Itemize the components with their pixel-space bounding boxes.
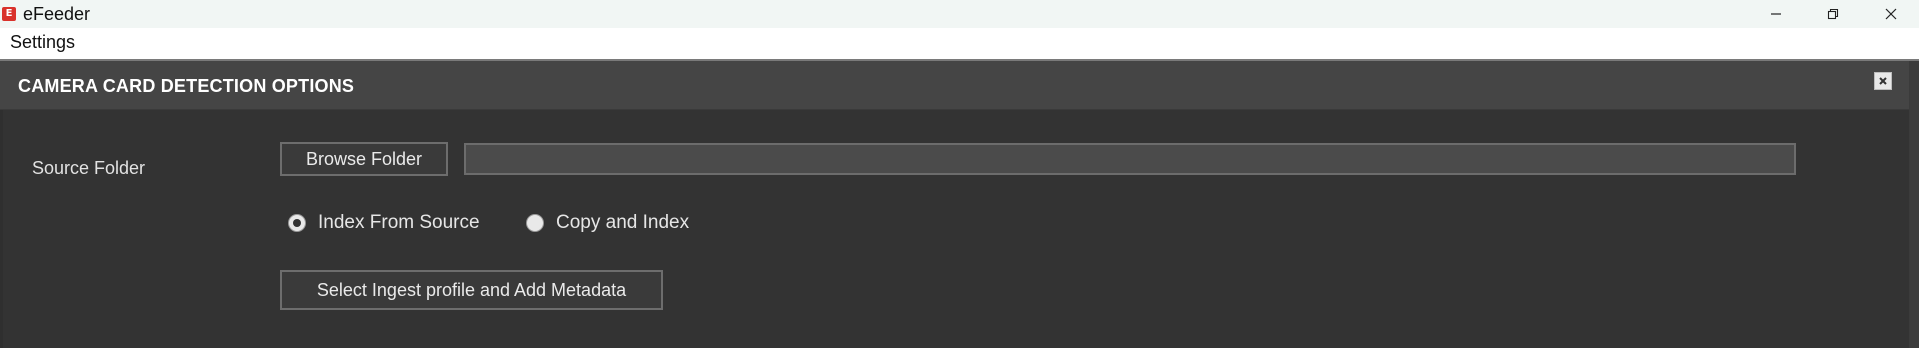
radio-label-index-from-source: Index From Source [318, 212, 480, 233]
minimize-button[interactable] [1747, 0, 1804, 28]
source-folder-path-field[interactable] [464, 143, 1796, 175]
menu-settings[interactable]: Settings [10, 32, 75, 53]
close-window-button[interactable] [1862, 0, 1919, 28]
panel-close-button[interactable] [1874, 72, 1892, 90]
radio-copy-and-index[interactable]: Copy and Index [526, 212, 689, 234]
panel-close-icon [1879, 77, 1887, 85]
radio-button-unselected[interactable] [526, 214, 544, 232]
radio-label-copy-and-index: Copy and Index [556, 212, 690, 233]
panel-right-edge [1909, 61, 1919, 348]
efeeder-logo-icon: E [2, 7, 16, 21]
browse-folder-button[interactable]: Browse Folder [280, 142, 448, 176]
window-title: eFeeder [23, 4, 91, 24]
panel-title: CAMERA CARD DETECTION OPTIONS [18, 76, 355, 96]
radio-index-from-source[interactable]: Index From Source [288, 212, 480, 234]
close-icon [1885, 8, 1896, 20]
select-ingest-profile-button[interactable]: Select Ingest profile and Add Metadata [280, 270, 663, 310]
camera-card-detection-panel: CAMERA CARD DETECTION OPTIONS Source Fol… [0, 61, 1919, 348]
menu-bar: Settings [0, 28, 1919, 58]
source-folder-label: Source Folder [32, 158, 146, 178]
minimize-icon [1770, 13, 1781, 15]
restore-icon [1827, 8, 1838, 20]
title-bar: E eFeeder [0, 0, 1919, 28]
restore-button[interactable] [1804, 0, 1861, 28]
radio-button-selected[interactable] [288, 214, 306, 232]
panel-header: CAMERA CARD DETECTION OPTIONS [0, 61, 1909, 110]
